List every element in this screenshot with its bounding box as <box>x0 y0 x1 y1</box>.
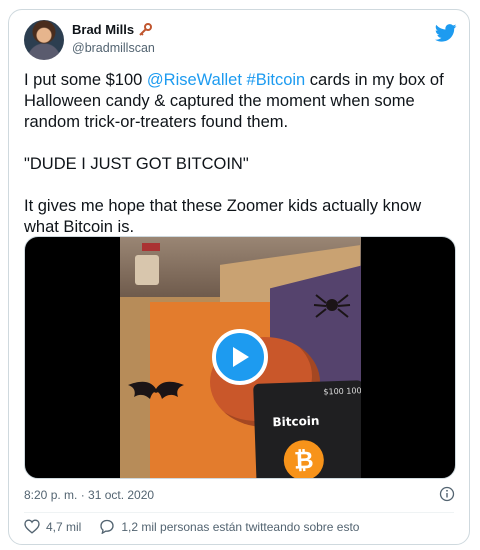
tweet-text: I put some $100 @RiseWallet #Bitcoin car… <box>24 70 459 238</box>
hashtag-link[interactable]: #Bitcoin <box>247 71 306 89</box>
bitcoin-gift-card: $100 100 Bitcoin ₿ <box>253 380 361 478</box>
twitter-bird-icon[interactable] <box>434 24 457 47</box>
author-name-row: Brad Mills <box>72 22 153 37</box>
divider <box>24 512 454 513</box>
background-mug <box>135 255 159 285</box>
speech-bubble-icon <box>100 519 115 534</box>
play-button[interactable] <box>212 329 268 385</box>
mention-link[interactable]: @RiseWallet <box>147 71 242 89</box>
tweet-quote: "DUDE I JUST GOT BITCOIN" <box>24 155 249 173</box>
retweeters-link[interactable]: 1,2 mil personas están twitteando sobre … <box>99 519 359 534</box>
key-icon <box>138 22 153 37</box>
video-player[interactable]: $100 100 Bitcoin ₿ <box>24 236 456 479</box>
avatar[interactable] <box>24 20 64 60</box>
heart-icon <box>24 519 40 534</box>
author-display-name[interactable]: Brad Mills <box>72 22 134 37</box>
info-icon[interactable] <box>439 486 455 507</box>
bat-graphic <box>128 381 184 399</box>
bitcoin-card-value: $100 100 <box>323 386 361 397</box>
like-button[interactable]: 4,7 mil <box>24 519 81 534</box>
like-count: 4,7 mil <box>46 519 82 534</box>
bitcoin-card-title: Bitcoin <box>272 413 320 430</box>
tweet-timestamp[interactable]: 8:20 p. m. · 31 oct. 2020 <box>24 488 154 502</box>
play-icon <box>233 347 249 367</box>
spider-graphic <box>313 294 351 318</box>
tweet-closing: It gives me hope that these Zoomer kids … <box>24 197 426 236</box>
tweet-text-prefix: I put some $100 <box>24 71 147 89</box>
bitcoin-logo-icon: ₿ <box>283 439 325 478</box>
retweeters-text: 1,2 mil personas están twitteando sobre … <box>121 519 360 534</box>
tweet-embed-card: Brad Mills @bradmillscan I put some $100… <box>8 9 470 545</box>
background-red-item <box>142 243 160 251</box>
tweet-header: Brad Mills @bradmillscan <box>24 20 457 60</box>
author-handle[interactable]: @bradmillscan <box>72 41 155 55</box>
tweet-actions: 4,7 mil 1,2 mil personas están twitteand… <box>24 519 359 534</box>
